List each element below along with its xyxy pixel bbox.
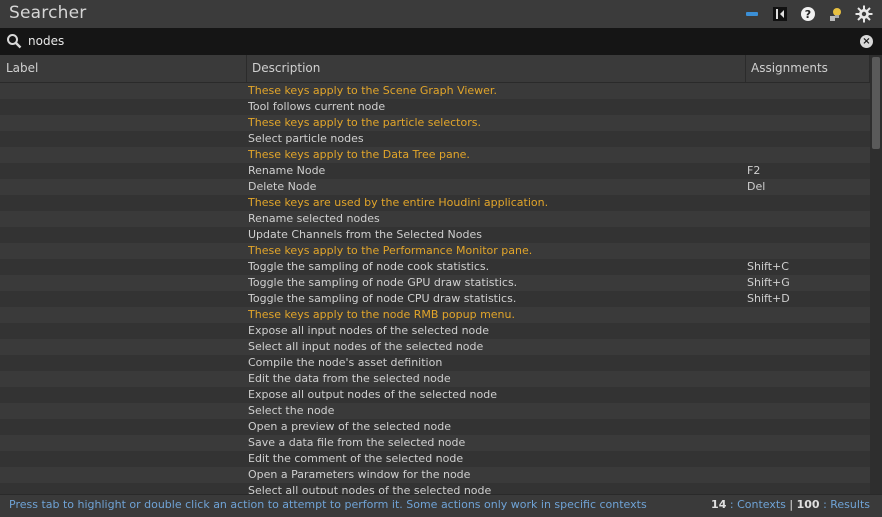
description-cell: Open a preview of the selected node <box>248 420 452 433</box>
dock-left-icon[interactable] <box>770 4 790 24</box>
category-row[interactable]: Data TreeThese keys apply to the Data Tr… <box>0 147 870 163</box>
table-row[interactable]: Rename NodeRename NodeF2 <box>0 163 870 179</box>
assignment-cell: Shift+G <box>747 276 790 289</box>
description-cell: Delete Node <box>248 180 317 193</box>
table-row[interactable]: Save Node DataSave a data file from the … <box>0 435 870 451</box>
description-cell: Edit the comment of the selected node <box>248 452 464 465</box>
category-row[interactable]: Scene Graph ViewThese keys apply to the … <box>0 83 870 99</box>
table-row[interactable]: Edit CommentEdit the comment of the sele… <box>0 451 870 467</box>
column-label[interactable]: Label <box>0 55 247 82</box>
description-cell: Toggle the sampling of node CPU draw sta… <box>248 292 517 305</box>
table-row[interactable]: Toggle Node Draw CPU StatsToggle the sam… <box>0 291 870 307</box>
table-row[interactable]: Select OutputsSelect all output nodes of… <box>0 483 870 494</box>
assignment-cell: Shift+C <box>747 260 789 273</box>
table-row[interactable]: Preview WindowOpen a preview of the sele… <box>0 419 870 435</box>
description-cell: These keys apply to the Performance Moni… <box>248 244 533 257</box>
gear-icon[interactable] <box>854 4 874 24</box>
description-cell: Open a Parameters window for the node <box>248 468 471 481</box>
category-row[interactable]: Particle SelectorsThese keys apply to th… <box>0 115 870 131</box>
table-row[interactable]: Select Particle NodesSelect particle nod… <box>0 131 870 147</box>
category-row[interactable]: HoudiniThese keys are used by the entire… <box>0 195 870 211</box>
description-cell: Compile the node's asset definition <box>248 356 443 369</box>
description-cell: Expose all input nodes of the selected n… <box>248 324 490 337</box>
clear-search-icon[interactable]: × <box>860 35 873 48</box>
title-toolbar: ? <box>742 4 874 24</box>
svg-text:?: ? <box>805 8 811 21</box>
category-row[interactable]: Performance MonitorThese keys apply to t… <box>0 243 870 259</box>
description-cell: These keys apply to the particle selecto… <box>248 116 481 129</box>
description-cell: Update Channels from the Selected Nodes <box>248 228 482 241</box>
status-hint: Press tab to highlight or double click a… <box>9 498 647 511</box>
description-cell: These keys apply to the node RMB popup m… <box>248 308 515 321</box>
contexts-count: 14 <box>711 498 727 511</box>
description-cell: Save a data file from the selected node <box>248 436 466 449</box>
status-bar: Press tab to highlight or double click a… <box>0 494 882 517</box>
table-row[interactable]: Edit Node DataEdit the data from the sel… <box>0 371 870 387</box>
description-cell: Toggle the sampling of node GPU draw sta… <box>248 276 518 289</box>
column-header: Label Description Assignments <box>0 55 870 83</box>
window-title: Searcher <box>9 3 87 23</box>
results-count: 100 <box>796 498 820 511</box>
assignment-cell: Del <box>747 180 766 193</box>
description-cell: Edit the data from the selected node <box>248 372 451 385</box>
table-row[interactable]: Tool Follows Current NodeTool follows cu… <box>0 99 870 115</box>
table-row[interactable]: Toggle Node Draw GPU StatsToggle the sam… <box>0 275 870 291</box>
description-cell: Select all input nodes of the selected n… <box>248 340 484 353</box>
assignment-cell: Shift+D <box>747 292 790 305</box>
table-row[interactable]: Unhide InputsExpose all input nodes of t… <box>0 323 870 339</box>
title-bar: Searcher ? <box>0 0 882 28</box>
description-cell: These keys are used by the entire Houdin… <box>248 196 549 209</box>
table-row[interactable]: Select NodeSelect the node <box>0 403 870 419</box>
description-cell: Select particle nodes <box>248 132 364 145</box>
assignment-cell: F2 <box>747 164 761 177</box>
search-icon <box>6 33 22 52</box>
table-body: Scene Graph ViewThese keys apply to the … <box>0 83 870 494</box>
scrollbar-thumb[interactable] <box>872 57 880 149</box>
column-description[interactable]: Description <box>246 55 746 82</box>
description-cell: Toggle the sampling of node cook statist… <box>248 260 490 273</box>
description-cell: These keys apply to the Data Tree pane. <box>248 148 470 161</box>
contexts-label: Contexts <box>737 498 786 511</box>
pin-icon[interactable] <box>742 4 762 24</box>
results-label: Results <box>830 498 870 511</box>
category-row[interactable]: Node MenuThese keys apply to the node RM… <box>0 307 870 323</box>
results-table: Label Description Assignments Scene Grap… <box>0 55 882 494</box>
description-cell: Rename Node <box>248 164 326 177</box>
description-cell: These keys apply to the Scene Graph View… <box>248 84 497 97</box>
column-assignments[interactable]: Assignments <box>745 55 870 82</box>
table-row[interactable]: Compile AssetCompile the node's asset de… <box>0 355 870 371</box>
search-input[interactable] <box>28 32 848 50</box>
table-row[interactable]: Delete NodeDelete NodeDel <box>0 179 870 195</box>
description-cell: Select all output nodes of the selected … <box>248 484 492 494</box>
table-row[interactable]: Update ChannelsUpdate Channels from the … <box>0 227 870 243</box>
table-row[interactable]: Rename Selected NodesRename selected nod… <box>0 211 870 227</box>
table-row[interactable]: Toggle Node Cook StatsToggle the samplin… <box>0 259 870 275</box>
table-row[interactable]: ParametersOpen a Parameters window for t… <box>0 467 870 483</box>
help-icon[interactable]: ? <box>798 4 818 24</box>
table-row[interactable]: Select InputsSelect all input nodes of t… <box>0 339 870 355</box>
description-cell: Expose all output nodes of the selected … <box>248 388 498 401</box>
search-bar: × <box>0 28 882 55</box>
vertical-scrollbar[interactable] <box>870 55 882 494</box>
description-cell: Tool follows current node <box>248 100 386 113</box>
result-counts: 14 : Contexts | 100 : Results <box>711 498 870 511</box>
description-cell: Select the node <box>248 404 335 417</box>
description-cell: Rename selected nodes <box>248 212 380 225</box>
tips-icon[interactable] <box>826 4 846 24</box>
table-row[interactable]: Unhide OutputsExpose all output nodes of… <box>0 387 870 403</box>
